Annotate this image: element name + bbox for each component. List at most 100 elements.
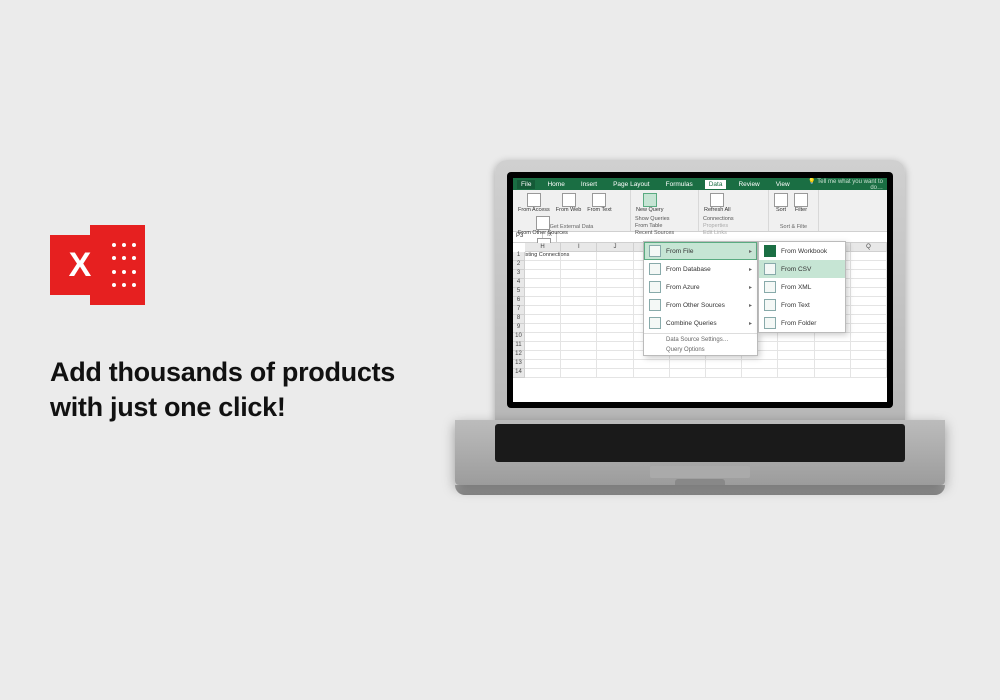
cell[interactable] [851,252,887,261]
new-query-button[interactable]: New Query [634,192,666,215]
cell[interactable] [778,342,814,351]
from-text-button[interactable]: From Text [585,192,613,215]
menu-from-other-sources[interactable]: From Other Sources▸ [644,296,757,314]
cell[interactable] [525,306,561,315]
cell[interactable] [561,333,597,342]
refresh-all-button[interactable]: Refresh All [702,192,733,215]
column-header[interactable]: H [525,243,561,252]
cell[interactable] [634,369,670,378]
row-header[interactable]: 13 [513,360,525,369]
cell[interactable] [778,360,814,369]
tab-insert[interactable]: Insert [577,180,601,189]
column-header[interactable]: I [561,243,597,252]
column-header[interactable]: Q [851,243,887,252]
cell[interactable] [597,252,633,261]
recent-sources-button[interactable]: Recent Sources [635,230,674,236]
cell[interactable] [815,342,851,351]
cell[interactable] [851,342,887,351]
row-header[interactable]: 3 [513,270,525,279]
from-access-button[interactable]: From Access [516,192,552,215]
cell[interactable] [706,360,742,369]
cell[interactable] [742,360,778,369]
cell[interactable] [561,261,597,270]
menu-combine-queries[interactable]: Combine Queries▸ [644,314,757,332]
cell[interactable] [525,315,561,324]
cell[interactable] [561,297,597,306]
cell[interactable] [597,315,633,324]
tab-home[interactable]: Home [543,180,568,189]
row-header[interactable]: 6 [513,297,525,306]
submenu-from-folder[interactable]: From Folder [759,314,845,332]
cell[interactable] [597,288,633,297]
submenu-from-csv[interactable]: From CSV [759,260,845,278]
cell[interactable] [851,279,887,288]
cell[interactable] [561,270,597,279]
tab-formulas[interactable]: Formulas [662,180,697,189]
cell[interactable] [670,360,706,369]
row-header[interactable]: 11 [513,342,525,351]
cell[interactable] [851,297,887,306]
cell[interactable] [561,279,597,288]
cell[interactable] [525,324,561,333]
menu-from-azure[interactable]: From Azure▸ [644,278,757,296]
cell[interactable] [525,342,561,351]
cell[interactable] [815,351,851,360]
cell[interactable] [525,351,561,360]
from-web-button[interactable]: From Web [554,192,584,215]
row-header[interactable]: 7 [513,306,525,315]
cell[interactable] [742,369,778,378]
cell[interactable] [525,360,561,369]
cell[interactable] [597,324,633,333]
cell[interactable] [597,351,633,360]
row-header[interactable]: 14 [513,369,525,378]
cell[interactable] [851,333,887,342]
cell[interactable] [634,360,670,369]
cell[interactable] [525,261,561,270]
column-header[interactable]: J [597,243,633,252]
cell[interactable] [597,360,633,369]
submenu-from-text[interactable]: From Text [759,296,845,314]
cell[interactable] [597,279,633,288]
cell[interactable] [851,369,887,378]
cell[interactable] [597,270,633,279]
cell[interactable] [778,369,814,378]
filter-button[interactable]: Filter [792,192,810,215]
row-header[interactable]: 2 [513,261,525,270]
menu-from-file[interactable]: From File▸ [644,242,757,260]
cell[interactable] [597,333,633,342]
menu-query-options[interactable]: Query Options [644,345,757,355]
sort-button[interactable]: Sort [772,192,790,215]
submenu-from-workbook[interactable]: From Workbook [759,242,845,260]
cell[interactable] [778,351,814,360]
menu-from-database[interactable]: From Database▸ [644,260,757,278]
cell[interactable] [525,252,561,261]
cell[interactable] [561,324,597,333]
cell[interactable] [851,360,887,369]
show-queries-button[interactable]: Show Queries [635,216,674,222]
cell[interactable] [851,351,887,360]
cell[interactable] [561,351,597,360]
row-header[interactable]: 5 [513,288,525,297]
cell[interactable] [597,342,633,351]
cell[interactable] [851,288,887,297]
menu-data-source-settings[interactable]: Data Source Settings… [644,335,757,345]
cell[interactable] [706,369,742,378]
cell[interactable] [778,333,814,342]
row-header[interactable]: 10 [513,333,525,342]
cell[interactable] [597,306,633,315]
cell[interactable] [851,315,887,324]
properties-button[interactable]: Properties [703,223,734,229]
row-header[interactable]: 1 [513,252,525,261]
cell[interactable] [851,324,887,333]
tab-page-layout[interactable]: Page Layout [609,180,654,189]
tab-review[interactable]: Review [734,180,763,189]
row-header[interactable]: 4 [513,279,525,288]
cell[interactable] [597,261,633,270]
cell[interactable] [561,252,597,261]
cell[interactable] [561,288,597,297]
row-header[interactable]: 12 [513,351,525,360]
row-header[interactable]: 9 [513,324,525,333]
cell[interactable] [525,369,561,378]
cell[interactable] [525,279,561,288]
connections-button[interactable]: Connections [703,216,734,222]
